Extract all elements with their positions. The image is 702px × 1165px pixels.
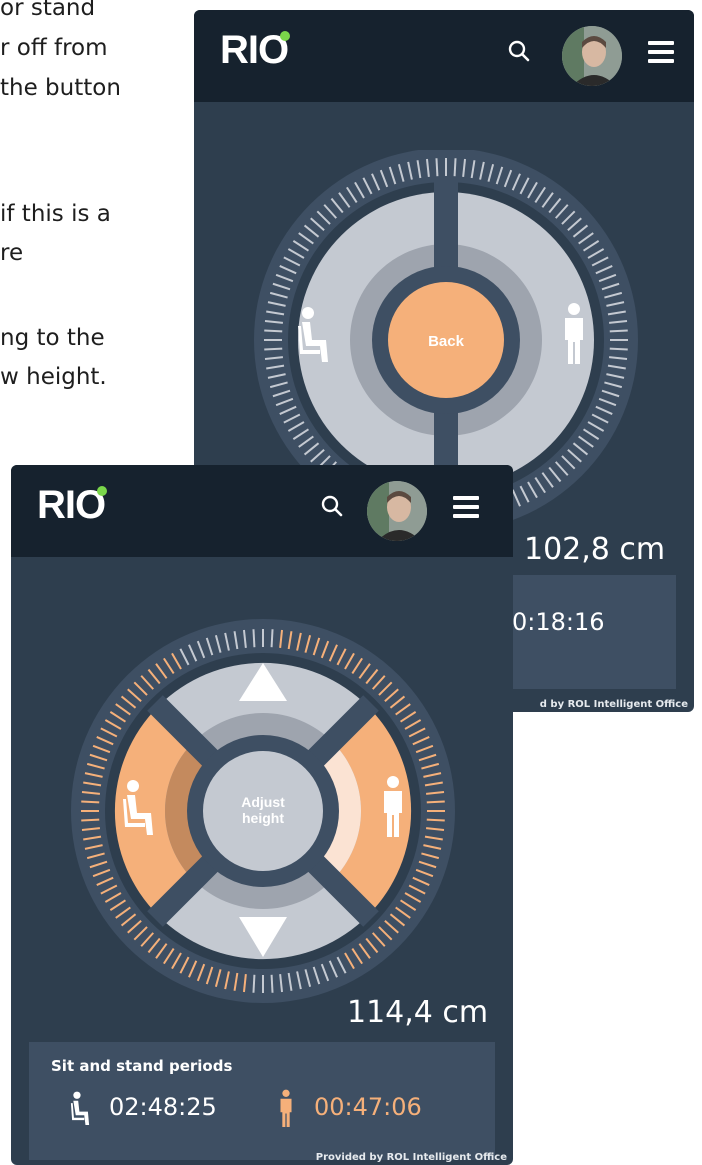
dial-tick <box>453 158 457 177</box>
dial-tick <box>81 818 100 822</box>
background-text-line: ng to the <box>0 325 105 351</box>
standing-person-icon <box>280 1089 292 1127</box>
logo-dot <box>280 31 291 41</box>
sit-stand-panel: Sit and stand periods 02:48:25 00:47:06 <box>29 1042 495 1160</box>
app-header: RIO <box>11 465 513 557</box>
logo-dot <box>97 486 108 496</box>
rio-logo[interactable]: RIO <box>220 28 291 73</box>
search-icon[interactable] <box>508 40 530 62</box>
dial-tick <box>609 347 628 351</box>
adjust-height-label-line2: height <box>242 810 284 826</box>
avatar[interactable] <box>367 481 427 541</box>
dial-tick <box>264 347 283 351</box>
stand-time: 00:47:06 <box>314 1093 422 1121</box>
avatar-photo <box>367 481 427 541</box>
app-header: RIO <box>194 10 694 102</box>
hamburger-menu-icon[interactable] <box>453 496 479 518</box>
back-button-label: Back <box>428 333 465 350</box>
height-reading: 114,4 cm <box>347 995 489 1030</box>
background-text-line: if this is a <box>0 201 111 227</box>
dial-tick <box>270 629 274 648</box>
provider-credit: d by ROL Intelligent Office <box>539 699 688 710</box>
dial-tick <box>252 629 256 648</box>
stand-time: 0:18:16 <box>512 608 605 636</box>
provider-credit: Provided by ROL Intelligent Office <box>315 1152 507 1163</box>
rio-logo[interactable]: RIO <box>37 483 108 528</box>
front-screen: RIO Adjust height 114,4 cm Sit and stand… <box>11 465 513 1165</box>
dial-tick <box>435 158 439 177</box>
front-control-dial: Adjust height <box>71 619 455 1003</box>
dial-tick <box>270 974 274 993</box>
background-text-line: the button <box>0 75 121 101</box>
dial-tick <box>81 800 100 804</box>
height-reading: 102,8 cm <box>524 532 666 567</box>
background-text-line: re <box>0 240 24 266</box>
dial-tick <box>264 329 283 333</box>
dial-tick <box>252 974 256 993</box>
background-text-line: r off from <box>0 35 108 61</box>
hamburger-menu-icon[interactable] <box>648 41 674 63</box>
avatar-photo <box>562 26 622 86</box>
panel-title: Sit and stand periods <box>51 1057 233 1075</box>
dial-tick <box>426 800 445 804</box>
background-text-line: or stand <box>0 0 96 21</box>
search-icon[interactable] <box>321 495 343 517</box>
background-text-line: w height. <box>0 364 107 390</box>
dial-tick <box>609 329 628 333</box>
avatar[interactable] <box>562 26 622 86</box>
sit-time: 02:48:25 <box>109 1093 217 1121</box>
adjust-height-label-line1: Adjust <box>241 794 285 810</box>
dial-tick <box>426 818 445 822</box>
sitting-person-icon <box>70 1091 90 1125</box>
